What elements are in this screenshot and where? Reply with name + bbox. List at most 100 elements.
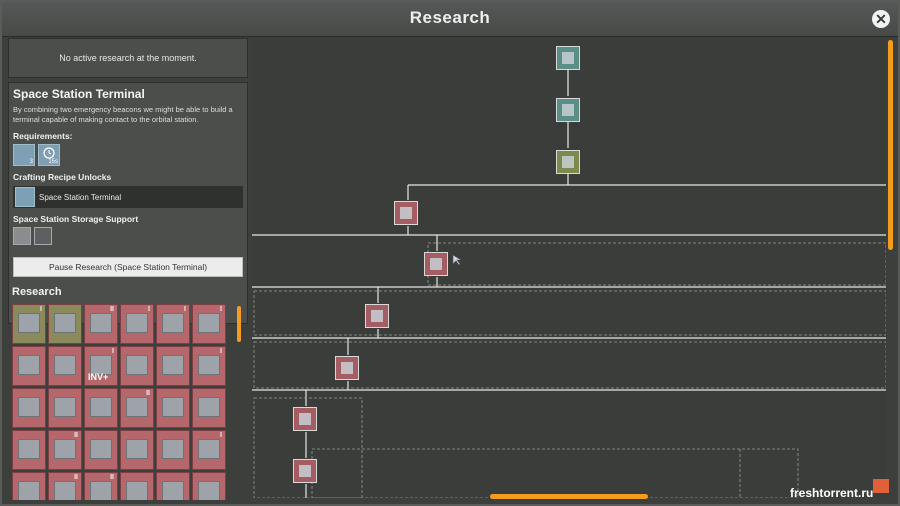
research-grid-item[interactable] <box>156 430 190 470</box>
requirement-time: 15s <box>48 159 58 165</box>
research-item-icon <box>162 397 184 417</box>
research-grid-item[interactable] <box>84 430 118 470</box>
tree-node[interactable] <box>394 201 418 225</box>
research-name: Space Station Terminal <box>13 87 145 101</box>
tier-badge: I <box>148 306 150 313</box>
research-grid-item[interactable] <box>12 472 46 500</box>
item-label: INV+ <box>88 372 109 382</box>
research-item-icon <box>90 481 112 500</box>
tree-node[interactable] <box>293 459 317 483</box>
requirements-list: 3 15s <box>13 144 243 166</box>
terminal-icon <box>15 187 35 207</box>
clock-glyph <box>43 147 55 159</box>
recipe-unlock-item[interactable]: Space Station Terminal <box>13 186 243 208</box>
crafting-label: Crafting Recipe Unlocks <box>13 172 112 182</box>
research-grid-item[interactable]: II <box>84 304 118 344</box>
pause-research-button[interactable]: Pause Research (Space Station Terminal) <box>13 257 243 277</box>
tier-badge: I <box>112 348 114 355</box>
research-item-icon <box>198 355 220 375</box>
requirements-label: Requirements: <box>13 131 73 141</box>
cursor-icon <box>452 254 462 266</box>
tier-badge: II <box>110 306 114 313</box>
research-grid-item[interactable] <box>156 472 190 500</box>
research-item-icon <box>18 481 40 500</box>
beacon-icon: 3 <box>13 144 35 166</box>
research-grid-item[interactable]: I <box>156 304 190 344</box>
research-item-icon <box>90 397 112 417</box>
research-list-scrollbar[interactable] <box>237 306 241 342</box>
research-item-icon <box>162 313 184 333</box>
research-grid-item[interactable] <box>156 346 190 386</box>
research-grid-item[interactable]: I INV+ <box>84 346 118 386</box>
research-grid-item[interactable]: I <box>192 430 226 470</box>
tier-badge: II <box>74 432 78 439</box>
research-grid-item[interactable] <box>12 388 46 428</box>
tier-badge: II <box>146 390 150 397</box>
research-grid-item[interactable] <box>84 388 118 428</box>
press-icon <box>299 465 311 477</box>
research-item-icon <box>198 481 220 500</box>
research-tree[interactable] <box>252 38 886 498</box>
research-grid-item[interactable] <box>192 472 226 500</box>
research-grid-item[interactable] <box>120 346 154 386</box>
window-title: Research <box>409 8 491 27</box>
research-item-icon <box>54 355 76 375</box>
play-icon[interactable] <box>873 479 889 493</box>
research-item-icon <box>126 439 148 459</box>
tree-node[interactable] <box>293 407 317 431</box>
title-bar: Research ✕ <box>2 2 898 37</box>
drill-icon <box>299 413 311 425</box>
research-grid-item[interactable]: II <box>48 472 82 500</box>
tier-badge: I <box>40 306 42 313</box>
research-list-header: Research <box>12 286 62 298</box>
requirement-count: 3 <box>29 159 33 165</box>
research-grid-item[interactable] <box>48 388 82 428</box>
recipe-label: Space Station Terminal <box>39 192 122 202</box>
research-grid-item[interactable] <box>12 430 46 470</box>
research-grid-item[interactable] <box>48 304 82 344</box>
tree-horizontal-scrollbar[interactable] <box>490 494 648 499</box>
research-grid-item[interactable]: I <box>12 304 46 344</box>
research-item-icon <box>54 397 76 417</box>
beacon-icon <box>562 52 574 64</box>
tier-badge: I <box>220 432 222 439</box>
crate-icon <box>562 156 574 168</box>
research-grid-item[interactable]: I <box>192 346 226 386</box>
research-grid-item[interactable] <box>156 388 190 428</box>
tree-node[interactable] <box>424 252 448 276</box>
tree-node[interactable] <box>556 98 580 122</box>
research-grid-item[interactable]: I <box>120 304 154 344</box>
research-grid-item[interactable] <box>192 388 226 428</box>
tree-node[interactable] <box>335 356 359 380</box>
research-grid-item[interactable] <box>120 472 154 500</box>
rack-icon <box>341 362 353 374</box>
tier-badge: II <box>110 474 114 481</box>
sphere-icon <box>34 227 52 245</box>
research-item-icon <box>54 313 76 333</box>
tier-badge: I <box>184 306 186 313</box>
research-item-icon <box>126 397 148 417</box>
research-grid-item[interactable]: II <box>84 472 118 500</box>
tier-badge: II <box>74 474 78 481</box>
research-item-icon <box>162 481 184 500</box>
tree-node[interactable] <box>365 304 389 328</box>
research-grid-item[interactable]: I <box>192 304 226 344</box>
upgrade-icon <box>400 207 412 219</box>
research-grid-item[interactable] <box>48 346 82 386</box>
research-grid-item[interactable]: II <box>120 388 154 428</box>
research-grid-item[interactable]: II <box>48 430 82 470</box>
tree-node[interactable] <box>556 150 580 174</box>
clock-icon: 15s <box>38 144 60 166</box>
research-grid: I II I I I I INV+ I II II I II II <box>12 304 234 500</box>
research-grid-item[interactable] <box>120 430 154 470</box>
research-item-icon <box>54 481 76 500</box>
research-description: By combining two emergency beacons we mi… <box>13 105 233 124</box>
tree-vertical-scrollbar[interactable] <box>888 40 893 250</box>
research-item-icon <box>54 439 76 459</box>
research-item-icon <box>198 397 220 417</box>
research-grid-item[interactable] <box>12 346 46 386</box>
close-icon[interactable]: ✕ <box>872 10 890 28</box>
tree-node[interactable] <box>556 46 580 70</box>
research-item-icon <box>126 313 148 333</box>
watermark-text: freshtorrent.ru <box>790 486 874 500</box>
